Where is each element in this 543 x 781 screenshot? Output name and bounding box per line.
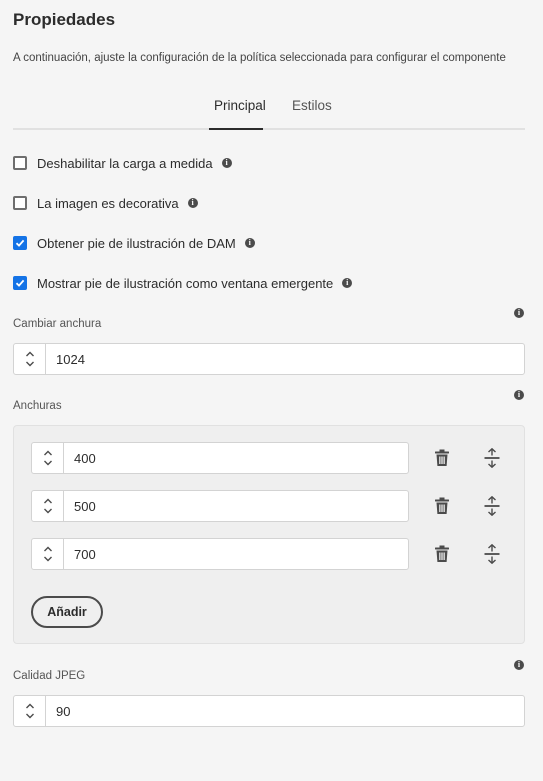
- checkbox-box[interactable]: [13, 156, 27, 170]
- tab-principal[interactable]: Principal: [214, 98, 266, 125]
- stepper-icon[interactable]: [32, 443, 64, 473]
- trash-icon[interactable]: [431, 447, 453, 469]
- active-tab-indicator: [209, 128, 263, 130]
- checkbox-label: Deshabilitar la carga a medida: [37, 155, 213, 171]
- checkbox-caption-as-popup[interactable]: Mostrar pie de ilustración como ventana …: [13, 274, 353, 292]
- stepper-icon[interactable]: [32, 491, 64, 521]
- widths-label: Anchuras: [13, 400, 62, 412]
- width-item-input[interactable]: [64, 539, 408, 569]
- drag-handle-icon[interactable]: [481, 447, 503, 469]
- drag-handle-icon[interactable]: [481, 543, 503, 565]
- page-description: A continuación, ajuste la configuración …: [13, 52, 506, 64]
- page-title: Propiedades: [13, 10, 116, 29]
- tab-estilos[interactable]: Estilos: [292, 98, 332, 125]
- checkbox-label: La imagen es decorativa: [37, 195, 179, 211]
- add-width-button[interactable]: Añadir: [31, 596, 103, 628]
- checkbox-disable-lazy-loading[interactable]: Deshabilitar la carga a medida i: [13, 154, 232, 172]
- checkbox-label: Obtener pie de ilustración de DAM: [37, 235, 236, 251]
- width-item-input[interactable]: [64, 443, 408, 473]
- checkmark-icon: [15, 239, 25, 247]
- resize-width-input[interactable]: [46, 344, 524, 374]
- stepper-icon[interactable]: [32, 539, 64, 569]
- info-icon[interactable]: i: [514, 390, 524, 400]
- checkbox-label: Mostrar pie de ilustración como ventana …: [37, 275, 334, 291]
- trash-icon[interactable]: [431, 543, 453, 565]
- checkbox-decorative-image[interactable]: La imagen es decorativa i: [13, 194, 198, 212]
- info-icon[interactable]: i: [514, 660, 524, 670]
- trash-icon[interactable]: [431, 495, 453, 517]
- checkbox-box[interactable]: [13, 236, 27, 250]
- width-item-input[interactable]: [64, 491, 408, 521]
- stepper-icon[interactable]: [14, 344, 46, 374]
- info-icon[interactable]: i: [342, 278, 353, 288]
- info-icon[interactable]: i: [187, 198, 198, 208]
- widths-multifield: Añadir: [13, 425, 525, 644]
- width-item-field: [31, 442, 409, 474]
- checkbox-box[interactable]: [13, 276, 27, 290]
- width-item-field: [31, 490, 409, 522]
- jpeg-quality-input[interactable]: [46, 696, 524, 726]
- jpeg-quality-field: [13, 695, 525, 727]
- resize-width-label: Cambiar anchura: [13, 318, 102, 330]
- info-icon[interactable]: i: [221, 158, 232, 168]
- jpeg-quality-label: Calidad JPEG: [13, 670, 86, 682]
- checkbox-box[interactable]: [13, 196, 27, 210]
- stepper-icon[interactable]: [14, 696, 46, 726]
- resize-width-field: [13, 343, 525, 375]
- width-item-field: [31, 538, 409, 570]
- checkmark-icon: [15, 279, 25, 287]
- drag-handle-icon[interactable]: [481, 495, 503, 517]
- info-icon[interactable]: i: [514, 308, 524, 318]
- checkbox-caption-from-dam[interactable]: Obtener pie de ilustración de DAM i: [13, 234, 255, 252]
- info-icon[interactable]: i: [244, 238, 255, 248]
- tab-bar: Principal Estilos: [13, 92, 525, 130]
